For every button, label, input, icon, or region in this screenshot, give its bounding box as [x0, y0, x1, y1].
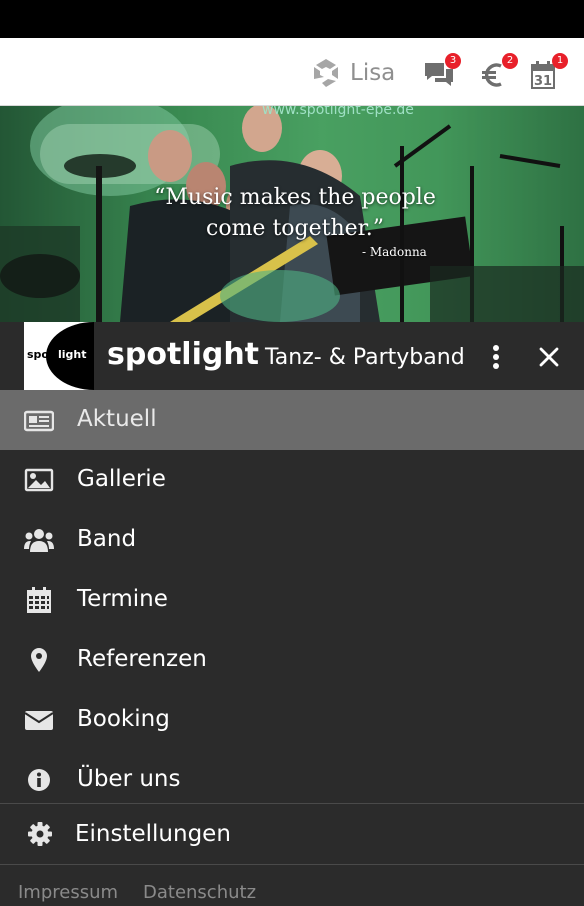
menu-label: Referenzen [77, 646, 207, 672]
calendar-badge: 1 [552, 53, 568, 69]
app-header: Lisa 3 2 31 1 [0, 38, 584, 106]
calendar-icon [27, 587, 51, 613]
logo-text-light: light [58, 348, 87, 361]
info-icon [28, 769, 50, 791]
logo-text-spot: spot [27, 348, 55, 361]
impressum-link[interactable]: Impressum [18, 880, 118, 906]
menu-item-band[interactable]: Band [0, 510, 584, 570]
envelope-icon [24, 711, 54, 730]
quote-line-1: “Music makes the people [154, 185, 436, 210]
menu-item-termine[interactable]: Termine [0, 570, 584, 630]
user-chip[interactable]: Lisa [311, 58, 395, 88]
hero-url: www.spotlight-epe.de [262, 106, 414, 118]
menu-label: Aktuell [77, 406, 157, 432]
brand-name: spotlight [107, 337, 260, 372]
menu-label: Einstellungen [75, 821, 231, 847]
status-bar [0, 0, 584, 38]
calendar-day-number: 31 [534, 74, 552, 89]
hero-quote: “Music makes the people come together.” [130, 182, 460, 244]
menu-item-booking[interactable]: Booking [0, 690, 584, 750]
gear-icon [28, 822, 52, 846]
map-pin-icon [31, 648, 47, 672]
kebab-dot [493, 345, 499, 351]
close-drawer-button[interactable] [536, 344, 562, 370]
brand-logo: spot light [24, 322, 94, 390]
menu-item-gallerie[interactable]: Gallerie [0, 450, 584, 510]
menu-item-einstellungen[interactable]: Einstellungen [0, 804, 584, 864]
image-icon [24, 468, 54, 492]
payments-button[interactable]: 2 [480, 53, 518, 90]
messages-button[interactable]: 3 [423, 53, 461, 90]
menu-item-referenzen[interactable]: Referenzen [0, 630, 584, 690]
menu-item-ueber-uns[interactable]: Über uns [0, 750, 584, 810]
menu-label: Über uns [77, 766, 181, 792]
brand-subtitle: Tanz- & Partyband [265, 345, 465, 370]
quote-line-2: come together.” [206, 216, 384, 241]
menu-label: Termine [77, 586, 168, 612]
messages-badge: 3 [445, 53, 461, 69]
menu-label: Band [77, 526, 137, 552]
menu-label: Gallerie [77, 466, 166, 492]
payments-badge: 2 [502, 53, 518, 69]
close-icon [539, 347, 559, 367]
users-icon [24, 529, 54, 552]
more-options-button[interactable] [488, 342, 504, 372]
user-logo-icon [314, 59, 338, 87]
menu-item-aktuell[interactable]: Aktuell [0, 390, 584, 450]
drawer-footer: Impressum Datenschutz [0, 865, 584, 903]
quote-author: - Madonna [362, 245, 427, 259]
drawer-header: spot light spotlight Tanz- & Partyband [0, 322, 584, 390]
user-name: Lisa [350, 60, 396, 86]
datenschutz-link[interactable]: Datenschutz [143, 880, 256, 906]
kebab-dot [493, 363, 499, 369]
kebab-dot [493, 354, 499, 360]
hero-banner: www.spotlight-epe.de “Music makes the pe… [0, 106, 584, 322]
calendar-button[interactable]: 31 1 [530, 53, 568, 90]
menu-label: Booking [77, 706, 170, 732]
newspaper-icon [24, 410, 54, 432]
drawer-menu: Aktuell Gallerie Band Termine Referenzen… [0, 390, 584, 810]
